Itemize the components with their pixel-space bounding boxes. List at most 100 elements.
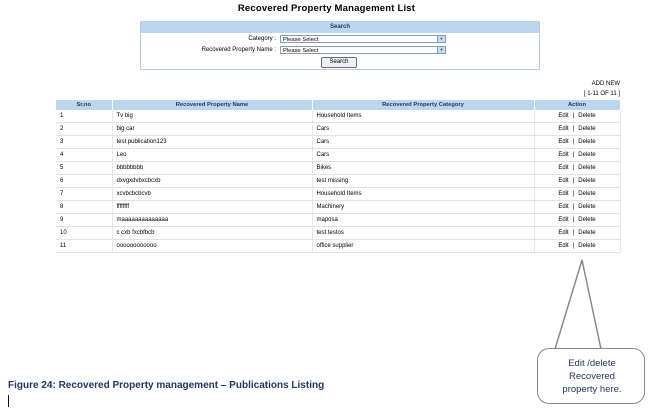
column-header-srno: Sr.no xyxy=(56,100,113,110)
chevron-down-icon[interactable]: ▼ xyxy=(437,47,445,53)
figure-caption: Figure 24: Recovered Property management… xyxy=(8,380,325,391)
action-separator: | xyxy=(572,113,575,119)
row-property-name: maaaaaaaaaaaaaa xyxy=(112,213,313,227)
delete-link[interactable]: Delete xyxy=(578,178,595,184)
row-property-category: Cars xyxy=(312,148,535,162)
edit-link[interactable]: Edit xyxy=(558,126,568,132)
row-property-category: Cars xyxy=(312,122,535,136)
property-name-label: Recovered Property Name : xyxy=(201,47,276,53)
search-panel: Search Category : Please Select ▼ Recove… xyxy=(140,21,540,70)
row-property-category: Machinery xyxy=(312,200,535,214)
row-actions: Edit | Delete xyxy=(534,174,621,188)
pagination-info: [ 1-11 OF 11 ] xyxy=(583,91,620,97)
chevron-down-icon[interactable]: ▼ xyxy=(437,36,445,42)
callout-line: property here. xyxy=(562,384,622,395)
table-row: 6 dxvgxdvbxcbcxb test missing Edit | Delete xyxy=(56,174,621,188)
delete-link[interactable]: Delete xyxy=(578,113,595,119)
row-actions: Edit | Delete xyxy=(534,187,621,201)
row-srno: 4 xyxy=(56,148,113,162)
row-actions: Edit | Delete xyxy=(534,226,621,240)
row-srno: 2 xyxy=(56,122,113,136)
table-row: 1 Tv big Household Items Edit | Delete xyxy=(56,110,621,123)
table-row: 4 Leo Cars Edit | Delete xyxy=(56,148,621,162)
category-row: Category : Please Select ▼ xyxy=(141,34,539,44)
row-actions: Edit | Delete xyxy=(534,200,621,214)
row-actions: Edit | Delete xyxy=(534,239,621,253)
table-header-row: Sr.no Recovered Property Name Recovered … xyxy=(56,100,621,110)
action-separator: | xyxy=(572,191,575,197)
column-header-name: Recovered Property Name xyxy=(112,100,313,110)
row-actions: Edit | Delete xyxy=(534,148,621,162)
property-row: Recovered Property Name : Please Select … xyxy=(141,45,539,55)
row-property-name: Tv big xyxy=(112,110,313,123)
edit-link[interactable]: Edit xyxy=(558,191,568,197)
action-separator: | xyxy=(572,139,575,145)
action-separator: | xyxy=(572,243,575,249)
table-row: 2 big car Cars Edit | Delete xyxy=(56,122,621,136)
property-name-select[interactable]: Please Select ▼ xyxy=(280,46,446,54)
row-property-name: ffffffff xyxy=(112,200,313,214)
delete-link[interactable]: Delete xyxy=(578,191,595,197)
row-srno: 5 xyxy=(56,161,113,175)
row-srno: 8 xyxy=(56,200,113,214)
column-header-category: Recovered Property Category xyxy=(312,100,535,110)
action-separator: | xyxy=(572,230,575,236)
table-row: 8 ffffffff Machinery Edit | Delete xyxy=(56,200,621,214)
row-srno: 11 xyxy=(56,239,113,253)
table-row: 7 xcvbcbcbcvb Household Items Edit | Delete xyxy=(56,187,621,201)
row-property-category: test testos xyxy=(312,226,535,240)
edit-link[interactable]: Edit xyxy=(558,230,568,236)
category-label: Category : xyxy=(248,36,276,42)
category-select-value: Please Select xyxy=(283,37,319,43)
delete-link[interactable]: Delete xyxy=(578,165,595,171)
row-property-category: Bikes xyxy=(312,161,535,175)
delete-link[interactable]: Delete xyxy=(578,217,595,223)
row-property-category: maposa xyxy=(312,213,535,227)
table-row: 10 c cxb fxcbfbcb test testos Edit | Delete xyxy=(56,226,621,240)
action-separator: | xyxy=(572,217,575,223)
text-cursor xyxy=(8,395,9,407)
delete-link[interactable]: Delete xyxy=(578,230,595,236)
row-srno: 9 xyxy=(56,213,113,227)
delete-link[interactable]: Delete xyxy=(578,204,595,210)
delete-link[interactable]: Delete xyxy=(578,152,595,158)
row-property-name: bbbbbbbb xyxy=(112,161,313,175)
edit-link[interactable]: Edit xyxy=(558,178,568,184)
row-srno: 7 xyxy=(56,187,113,201)
category-select[interactable]: Please Select ▼ xyxy=(280,35,446,43)
row-actions: Edit | Delete xyxy=(534,135,621,149)
edit-link[interactable]: Edit xyxy=(558,113,568,119)
delete-link[interactable]: Delete xyxy=(578,243,595,249)
search-panel-header: Search xyxy=(141,22,539,33)
row-srno: 10 xyxy=(56,226,113,240)
edit-link[interactable]: Edit xyxy=(558,165,568,171)
page-title: Recovered Property Management List xyxy=(237,3,416,14)
action-separator: | xyxy=(572,165,575,171)
action-separator: | xyxy=(572,178,575,184)
callout-line: Recovered xyxy=(569,371,615,382)
edit-link[interactable]: Edit xyxy=(558,243,568,249)
delete-link[interactable]: Delete xyxy=(578,126,595,132)
row-property-category: Household Items xyxy=(312,110,535,123)
action-separator: | xyxy=(572,126,575,132)
search-button[interactable]: Search xyxy=(321,57,357,68)
callout-text: Edit /delete Recovered property here. xyxy=(538,357,646,396)
row-property-name: big car xyxy=(112,122,313,136)
delete-link[interactable]: Delete xyxy=(578,139,595,145)
edit-link[interactable]: Edit xyxy=(558,217,568,223)
row-property-name: dxvgxdvbxcbcxb xyxy=(112,174,313,188)
edit-link[interactable]: Edit xyxy=(558,204,568,210)
row-property-name: test publication123 xyxy=(112,135,313,149)
row-property-name: xcvbcbcbcvb xyxy=(112,187,313,201)
row-actions: Edit | Delete xyxy=(534,161,621,175)
edit-link[interactable]: Edit xyxy=(558,139,568,145)
row-property-name: oooooooooooo xyxy=(112,239,313,253)
row-srno: 3 xyxy=(56,135,113,149)
table-row: 3 test publication123 Cars Edit | Delete xyxy=(56,135,621,149)
action-separator: | xyxy=(572,152,575,158)
add-new-link[interactable]: ADD NEW xyxy=(592,81,620,87)
action-separator: | xyxy=(572,204,575,210)
edit-link[interactable]: Edit xyxy=(558,152,568,158)
row-property-category: office supplier xyxy=(312,239,535,253)
recovered-property-table: Sr.no Recovered Property Name Recovered … xyxy=(56,100,621,253)
